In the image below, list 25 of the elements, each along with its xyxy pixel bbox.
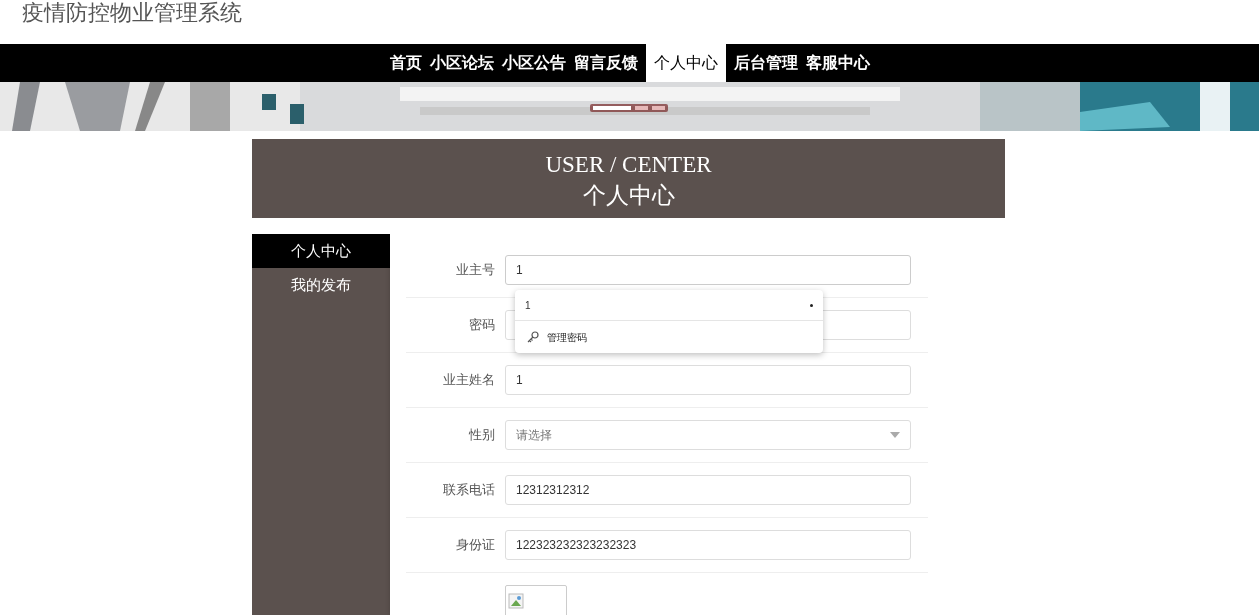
header-subtitle: 个人中心 (581, 182, 676, 210)
sidebar-item[interactable]: 个人中心 (252, 234, 390, 268)
input-field[interactable]: 122323232323232323 (505, 530, 911, 560)
input-field[interactable]: 12312312312 (505, 475, 911, 505)
nav-link[interactable]: 留言反馈 (569, 44, 642, 82)
nav-link[interactable]: 后台管理 (729, 44, 802, 82)
select-field[interactable]: 请选择 (505, 420, 911, 450)
nav-link[interactable]: 个人中心 (645, 44, 726, 82)
nav-link[interactable]: 首页 (385, 44, 426, 82)
sidebar-item[interactable]: 我的发布 (252, 268, 390, 302)
input-field[interactable]: 1 (505, 255, 911, 285)
input-field[interactable]: 1 (505, 365, 911, 395)
nav-link[interactable]: 小区公告 (497, 44, 570, 82)
nav-link[interactable]: 小区论坛 (425, 44, 498, 82)
header-title: USER / CENTER (544, 151, 713, 179)
field-label: 身份证 (456, 537, 495, 553)
site-title: 疫情防控物业管理系统 (22, 0, 243, 27)
field-label: 联系电话 (443, 482, 495, 498)
field-label: 业主姓名 (443, 372, 495, 388)
field-label: 密码 (469, 317, 495, 333)
autocomplete-item[interactable]: 1 (515, 290, 823, 321)
select-label: 性别 (469, 427, 495, 443)
manage-passwords-item[interactable]: 管理密码 (515, 321, 823, 353)
nav-link[interactable]: 客服中心 (801, 44, 874, 82)
field-label: 业主号 (456, 262, 495, 278)
